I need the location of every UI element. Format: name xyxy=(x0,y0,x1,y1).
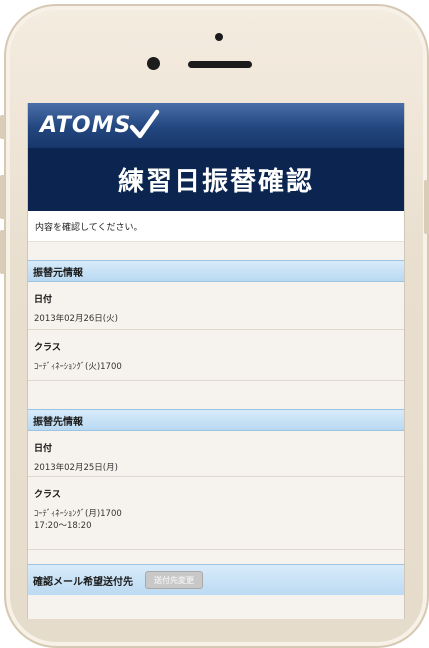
notice-text: 内容を確認してください。 xyxy=(28,211,404,242)
spacer xyxy=(28,550,404,564)
brand-header: ATOMS xyxy=(28,103,404,148)
field-value: ｺｰﾃﾞｨﾈｰｼｮﾝｸﾞ(火)1700 xyxy=(34,362,122,372)
checkmark-icon xyxy=(129,109,160,139)
source-date-field: 日付 2013年02月26日(火) xyxy=(28,282,404,329)
change-destination-button[interactable]: 送付先変更 xyxy=(145,571,203,589)
field-value: ｺｰﾃﾞｨﾈｰｼｮﾝｸﾞ(月)1700 17:20～18:20 xyxy=(34,500,398,532)
class-time: 17:20～18:20 xyxy=(34,521,92,531)
front-camera xyxy=(147,57,160,70)
source-info-heading: 振替元情報 xyxy=(28,260,404,282)
volume-up-button xyxy=(0,175,5,219)
field-label: 日付 xyxy=(34,444,53,454)
field-label: クラス xyxy=(34,343,61,353)
earpiece-speaker xyxy=(188,61,252,68)
field-label: 日付 xyxy=(34,295,53,305)
page-title-bar: 練習日振替確認 xyxy=(28,148,404,211)
page-title: 練習日振替確認 xyxy=(117,167,314,197)
field-value: 2013年02月26日(火) xyxy=(34,314,118,324)
power-button xyxy=(424,180,429,234)
source-class-field: クラス ｺｰﾃﾞｨﾈｰｼｮﾝｸﾞ(火)1700 xyxy=(28,330,404,380)
notice-message: 内容を確認してください。 xyxy=(35,222,143,233)
volume-down-button xyxy=(0,230,5,274)
mail-destination-label: 確認メール希望送付先 xyxy=(33,576,133,588)
field-value: 2013年02月25日(月) xyxy=(34,463,118,473)
spacer xyxy=(28,242,404,260)
field-label: クラス xyxy=(34,490,61,500)
app-screen: ATOMS 練習日振替確認 内容を確認してください。 振替元情報 日付 2013… xyxy=(27,103,405,619)
target-class-field: クラス ｺｰﾃﾞｨﾈｰｼｮﾝｸﾞ(月)1700 17:20～18:20 xyxy=(28,477,404,549)
mail-destination-row: 確認メール希望送付先 送付先変更 xyxy=(28,564,404,595)
spacer xyxy=(28,381,404,409)
brand-logo: ATOMS xyxy=(40,113,132,138)
sensor-dot xyxy=(215,33,223,41)
section-title: 振替先情報 xyxy=(33,416,83,428)
target-info-heading: 振替先情報 xyxy=(28,409,404,431)
class-name: ｺｰﾃﾞｨﾈｰｼｮﾝｸﾞ(月)1700 xyxy=(34,509,122,519)
mute-switch xyxy=(0,115,5,139)
target-date-field: 日付 2013年02月25日(月) xyxy=(28,431,404,476)
section-title: 振替元情報 xyxy=(33,267,83,279)
